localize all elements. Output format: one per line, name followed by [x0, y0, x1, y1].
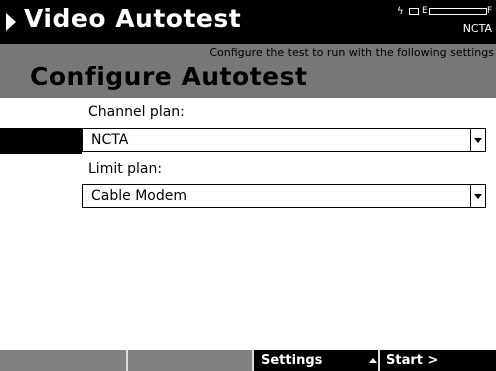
battery-full-label: F — [487, 6, 493, 16]
title-arrow-icon — [6, 13, 16, 31]
chevron-down-icon[interactable] — [470, 185, 485, 207]
battery-gauge-icon — [429, 8, 487, 15]
channel-plan-select[interactable]: NCTA — [82, 128, 486, 152]
limit-plan-select[interactable]: Cable Modem — [82, 184, 486, 208]
header-band: Configure the test to run with the follo… — [0, 44, 496, 98]
chevron-down-icon[interactable] — [470, 129, 485, 151]
start-softkey-label: Start > — [386, 353, 439, 368]
power-bolt-icon: ϟ — [397, 6, 404, 17]
channel-plan-value: NCTA — [91, 132, 129, 148]
battery-empty-label: E — [422, 6, 428, 16]
softkey-bar: Settings Start > — [0, 350, 496, 371]
channel-plan-label: Channel plan: — [88, 104, 185, 120]
limit-plan-value: Cable Modem — [91, 188, 187, 204]
limit-plan-label: Limit plan: — [88, 161, 163, 177]
settings-softkey[interactable]: Settings — [254, 350, 380, 371]
page-subtitle: Configure the test to run with the follo… — [209, 46, 494, 59]
settings-softkey-label: Settings — [261, 353, 323, 368]
page-title: Configure Autotest — [30, 62, 308, 91]
active-plan-indicator: NCTA — [462, 22, 492, 35]
start-softkey[interactable]: Start > — [380, 350, 496, 371]
softkey-1[interactable] — [0, 350, 128, 371]
status-icons: ϟ E F — [397, 6, 493, 18]
title-bar: Video Autotest ϟ E F NCTA — [0, 0, 496, 44]
up-arrow-icon — [369, 358, 377, 363]
main-content: Channel plan: NCTA Limit plan: Cable Mod… — [0, 98, 496, 350]
app-title: Video Autotest — [24, 4, 242, 33]
softkey-2[interactable] — [128, 350, 254, 371]
focus-marker — [0, 128, 82, 154]
plug-icon — [409, 8, 419, 15]
